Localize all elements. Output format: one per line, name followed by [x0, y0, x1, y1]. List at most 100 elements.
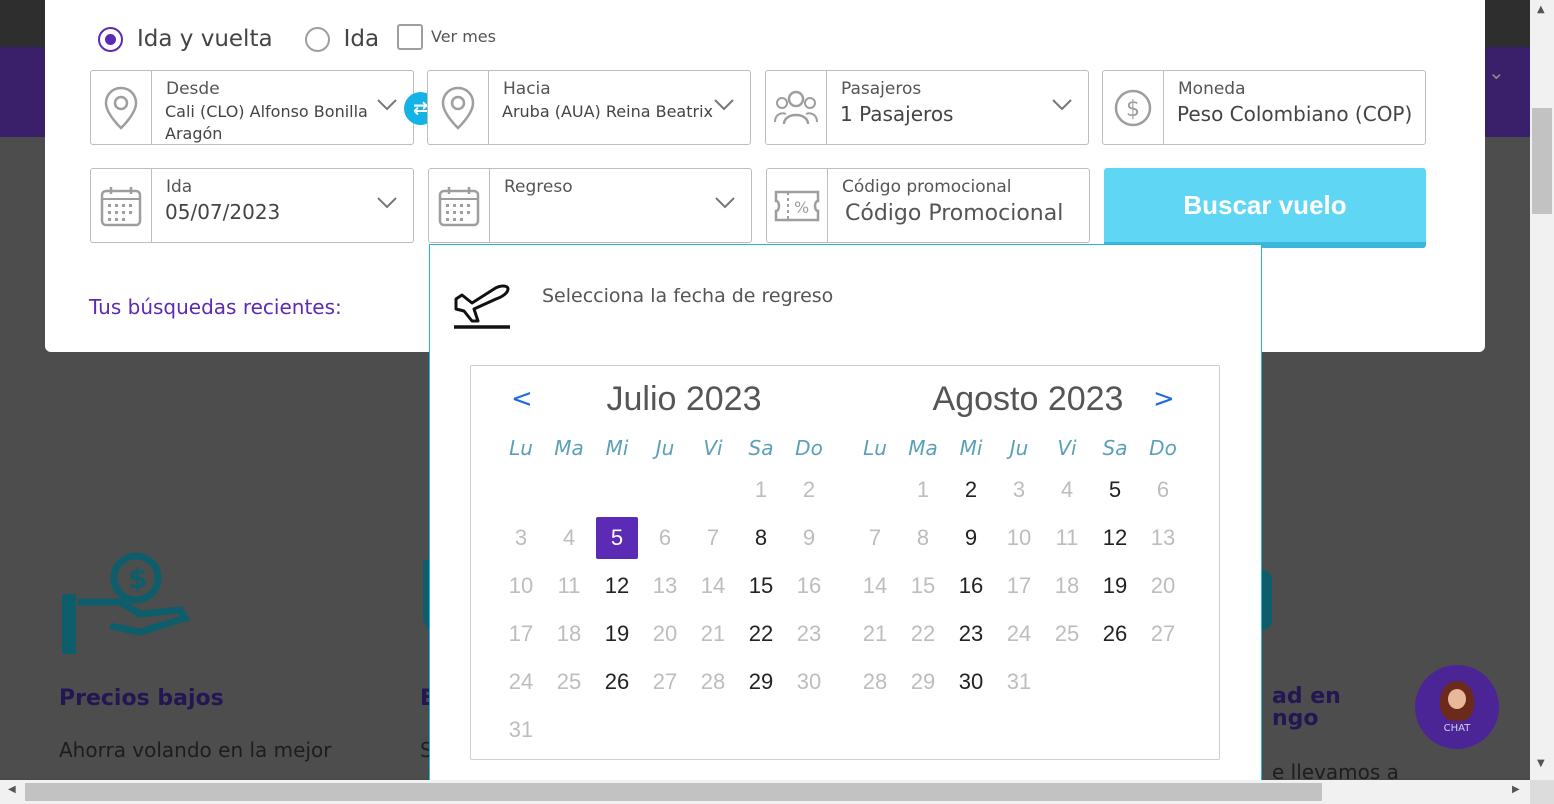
calendar-day: 21 [700, 621, 726, 646]
coupon-icon: % [767, 169, 828, 242]
scroll-right-arrow-icon[interactable]: ▶ [1512, 784, 1520, 795]
calendar-day[interactable]: 22 [737, 610, 785, 658]
weekday-label: Ma [908, 436, 938, 460]
calendar-day: 27 [652, 669, 678, 694]
calendar-day[interactable]: 29 [737, 658, 785, 706]
calendar-day: 28 [700, 669, 726, 694]
one-way-label[interactable]: Ida [344, 26, 379, 52]
passengers-field[interactable]: Pasajeros 1 Pasajeros [765, 70, 1089, 145]
calendar-day[interactable]: 19 [593, 610, 641, 658]
promo-code-input[interactable]: Código Promocional [845, 203, 1063, 225]
empty-cell [641, 466, 689, 514]
day-grid: 1 2 3 4 5 6 7 8 9 10 11 12 13 14 15 16 17 18 19 20 21 22 23 24 2… [851, 466, 1205, 706]
chevron-down-icon [715, 197, 735, 209]
calendar: < Julio 2023 Lu Ma Mi Ju Vi Sa Do 1 2 3 4 5 6 7 8 9 10 1… [470, 365, 1220, 760]
weekday-label: Sa [748, 436, 774, 460]
return-date-field[interactable]: Regreso [428, 168, 752, 243]
calendar-day[interactable]: 30 [947, 658, 995, 706]
calendar-day: 23 [796, 621, 822, 646]
calendar-day: 7 [706, 525, 720, 550]
calendar-day: 24 [1006, 621, 1032, 646]
calendar-day[interactable]: 19 [1091, 562, 1139, 610]
empty-cell [851, 466, 899, 514]
svg-text:%: % [794, 198, 809, 217]
origin-value-line: Aragón [165, 124, 223, 143]
feature-text: Ahorra volando en la mejor [59, 738, 332, 762]
calendar-day[interactable]: 16 [947, 562, 995, 610]
chat-label: CHAT [1443, 722, 1471, 734]
feature-title: ad en ngo [1272, 686, 1341, 730]
calendar-day[interactable]: 12 [1091, 514, 1139, 562]
people-icon [766, 71, 827, 144]
calendar-day[interactable]: 8 [737, 514, 785, 562]
weekday-header: Lu Ma Mi Ju Vi Sa Do [851, 436, 1205, 460]
calendar-day: 3 [1012, 477, 1026, 502]
chat-button[interactable]: CHAT [1415, 665, 1499, 749]
calendar-day: 31 [1006, 669, 1032, 694]
scroll-left-arrow-icon[interactable]: ◀ [8, 784, 16, 795]
calendar-day[interactable]: 5 [1091, 466, 1139, 514]
empty-cell [593, 466, 641, 514]
currency-field[interactable]: $ Moneda Peso Colombiano (COP) [1102, 70, 1426, 145]
calendar-day[interactable]: 23 [947, 610, 995, 658]
calendar-day: 21 [862, 621, 888, 646]
calendar-day: 27 [1150, 621, 1176, 646]
calendar-day: 29 [910, 669, 936, 694]
month-view-label[interactable]: Ver mes [431, 27, 496, 46]
weekday-label: Lu [509, 436, 533, 460]
calendar-day[interactable]: 26 [1091, 610, 1139, 658]
calendar-day: 1 [754, 477, 768, 502]
round-trip-radio[interactable] [98, 26, 123, 52]
currency-value: Peso Colombiano (COP) [1177, 102, 1413, 126]
next-month-button[interactable]: > [1153, 384, 1175, 414]
calendar-day: 8 [916, 525, 930, 550]
weekday-label: Ju [655, 436, 675, 460]
scroll-up-arrow-icon[interactable]: ▲ [1537, 4, 1545, 15]
svg-text:$: $ [1126, 97, 1140, 122]
search-flight-button[interactable]: Buscar vuelo [1104, 168, 1426, 248]
promo-code-field[interactable]: % Código promocional Código Promocional [766, 168, 1090, 243]
calendar-icon [91, 169, 152, 242]
weekday-label: Mi [959, 436, 983, 460]
calendar-day: 14 [862, 573, 888, 598]
round-trip-label[interactable]: Ida y vuelta [137, 26, 273, 52]
calendar-day[interactable]: 2 [947, 466, 995, 514]
depart-date-field[interactable]: Ida 05/07/2023 [90, 168, 414, 243]
passengers-value: 1 Pasajeros [840, 102, 954, 126]
calendar-day: 13 [1150, 525, 1176, 550]
chevron-down-icon: ⌄ [1488, 60, 1505, 84]
dollar-circle-icon: $ [1103, 71, 1164, 144]
calendar-day: 6 [1156, 477, 1170, 502]
return-date-picker: Selecciona la fecha de regreso < Julio 2… [429, 244, 1262, 784]
calendar-day: 16 [796, 573, 822, 598]
selected-day[interactable]: 5 [596, 517, 638, 559]
avatar [1440, 680, 1474, 721]
calendar-day: 10 [1006, 525, 1032, 550]
passengers-label: Pasajeros [841, 79, 922, 99]
calendar-day: 3 [514, 525, 528, 550]
calendar-day[interactable]: 9 [947, 514, 995, 562]
calendar-day: 25 [556, 669, 582, 694]
origin-label: Desde [166, 79, 220, 99]
feature-icon-partial [1262, 570, 1272, 630]
promo-code-label: Código promocional [842, 177, 1012, 197]
weekday-label: Vi [1057, 436, 1077, 460]
destination-field[interactable]: Hacia Aruba (AUA) Reina Beatrix [427, 70, 751, 145]
calendar-day[interactable]: 15 [737, 562, 785, 610]
weekday-header: Lu Ma Mi Ju Vi Sa Do [497, 436, 851, 460]
calendar-day[interactable]: 26 [593, 658, 641, 706]
day-grid: 1 2 3 4 5 6 7 8 9 10 11 12 13 14 15 16 17 18 19 20 21 22 23 24 2… [497, 466, 851, 754]
scrollbar-thumb[interactable] [1532, 108, 1552, 214]
calendar-day[interactable]: 12 [593, 562, 641, 610]
scroll-down-arrow-icon[interactable]: ▼ [1537, 758, 1545, 769]
trip-type-group: Ida y vuelta Ida [98, 26, 411, 52]
vertical-scrollbar[interactable]: ▲ ▼ [1530, 0, 1554, 780]
scrollbar-thumb[interactable] [25, 783, 1322, 801]
destination-value: Aruba (AUA) Reina Beatrix [502, 102, 713, 121]
empty-cell [497, 466, 545, 514]
weekday-label: Lu [863, 436, 887, 460]
origin-field[interactable]: Desde Cali (CLO) Alfonso Bonilla Aragón [90, 70, 414, 145]
month-view-checkbox[interactable] [397, 24, 423, 50]
one-way-radio[interactable] [304, 26, 330, 52]
horizontal-scrollbar[interactable]: ◀ ▶ [0, 780, 1530, 804]
